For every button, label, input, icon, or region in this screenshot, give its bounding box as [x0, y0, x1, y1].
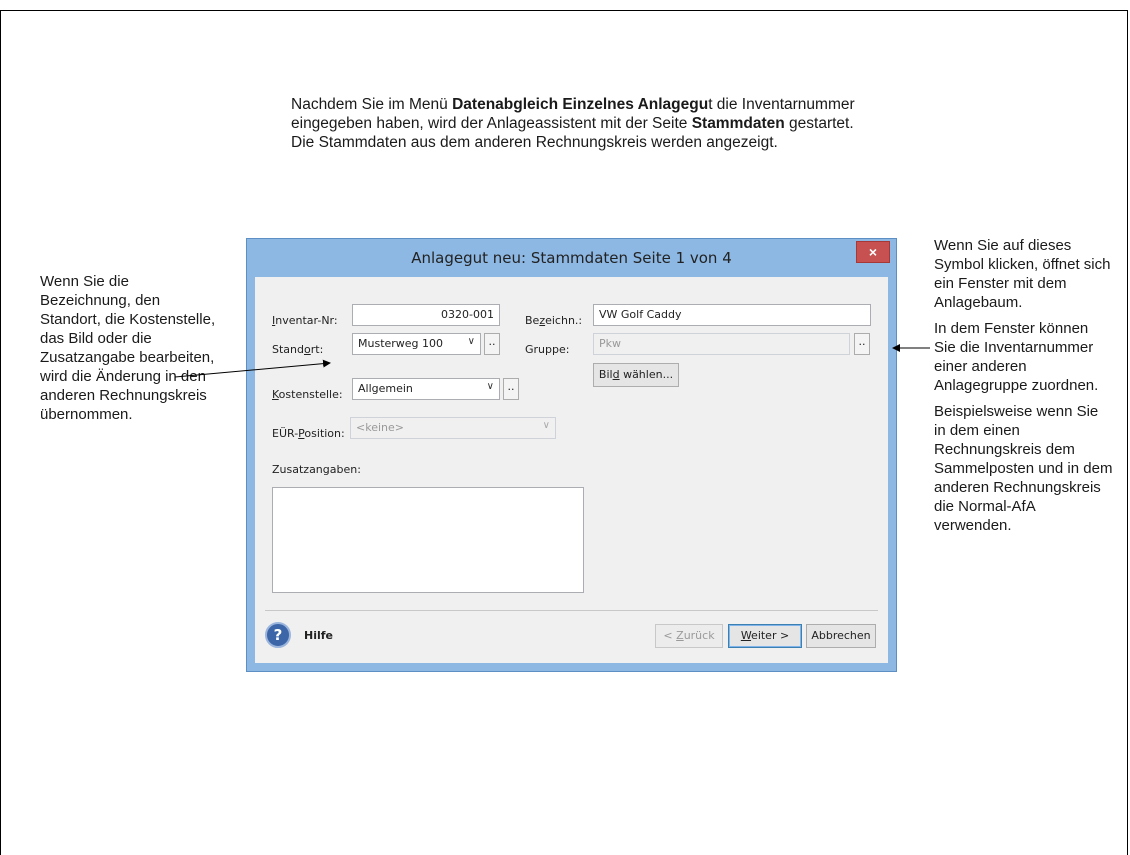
eur-position-select: <keine> ∨ [350, 417, 556, 439]
bezeichnung-input[interactable]: VW Golf Caddy [593, 304, 871, 326]
footer-divider [265, 610, 878, 611]
bild-waehlen-button[interactable]: Bild wählen... [593, 363, 679, 387]
chevron-down-icon: ∨ [542, 420, 550, 431]
dialog-client: Inventar-Nr: 0320-001 Bezeichn.: VW Golf… [255, 277, 888, 663]
dialog-title: Anlagegut neu: Stammdaten Seite 1 von 4 [411, 249, 732, 267]
eur-position-value: <keine> [356, 421, 404, 434]
note-right: Wenn Sie auf dieses Symbol klicken, öffn… [934, 236, 1114, 542]
standort-browse-button[interactable]: .. [484, 333, 500, 355]
inventar-nr-input[interactable]: 0320-001 [352, 304, 500, 326]
standort-value: Musterweg 100 [358, 337, 444, 350]
close-button[interactable]: × [856, 241, 890, 263]
zusatzangaben-textarea[interactable] [272, 487, 584, 593]
note-right-p3: Beispielsweise wenn Sie in dem einen Rec… [934, 403, 1113, 534]
dialog-titlebar[interactable]: Anlagegut neu: Stammdaten Seite 1 von 4 … [247, 239, 896, 277]
bezeichnung-label: Bezeichn.: [525, 314, 583, 327]
inventar-label: Inventar-Nr: [272, 314, 338, 327]
kostenstelle-label: Kostenstelle: [272, 388, 343, 401]
help-icon[interactable]: ? [265, 622, 291, 648]
gruppe-input: Pkw [593, 333, 850, 355]
zusatzangaben-label: Zusatzangaben: [272, 463, 361, 476]
chevron-down-icon: ∨ [467, 336, 475, 347]
gruppe-label: Gruppe: [525, 343, 570, 356]
note-left: Wenn Sie die Bezeichnung, den Standort, … [40, 273, 216, 423]
kostenstelle-select[interactable]: Allgemein ∨ [352, 378, 500, 400]
standort-select[interactable]: Musterweg 100 ∨ [352, 333, 481, 355]
standort-label: Standort: [272, 343, 324, 356]
stammdaten-dialog: Anlagegut neu: Stammdaten Seite 1 von 4 … [246, 238, 897, 672]
anlagebaum-button[interactable]: .. [854, 333, 870, 355]
kostenstelle-browse-button[interactable]: .. [503, 378, 519, 400]
next-button[interactable]: Weiter > [728, 624, 802, 648]
help-label[interactable]: Hilfe [304, 629, 333, 642]
note-right-p2: In dem Fenster können Sie die Inventarnu… [934, 320, 1099, 394]
note-right-p1: Wenn Sie auf dieses Symbol klicken, öffn… [934, 237, 1111, 311]
eur-position-label: EÜR-Position: [272, 427, 345, 440]
back-button: < Zurück [655, 624, 723, 648]
kostenstelle-value: Allgemein [358, 382, 413, 395]
cancel-button[interactable]: Abbrechen [806, 624, 876, 648]
chevron-down-icon: ∨ [486, 381, 494, 392]
intro-text: Nachdem Sie im Menü Datenabgleich Einzel… [291, 96, 855, 151]
